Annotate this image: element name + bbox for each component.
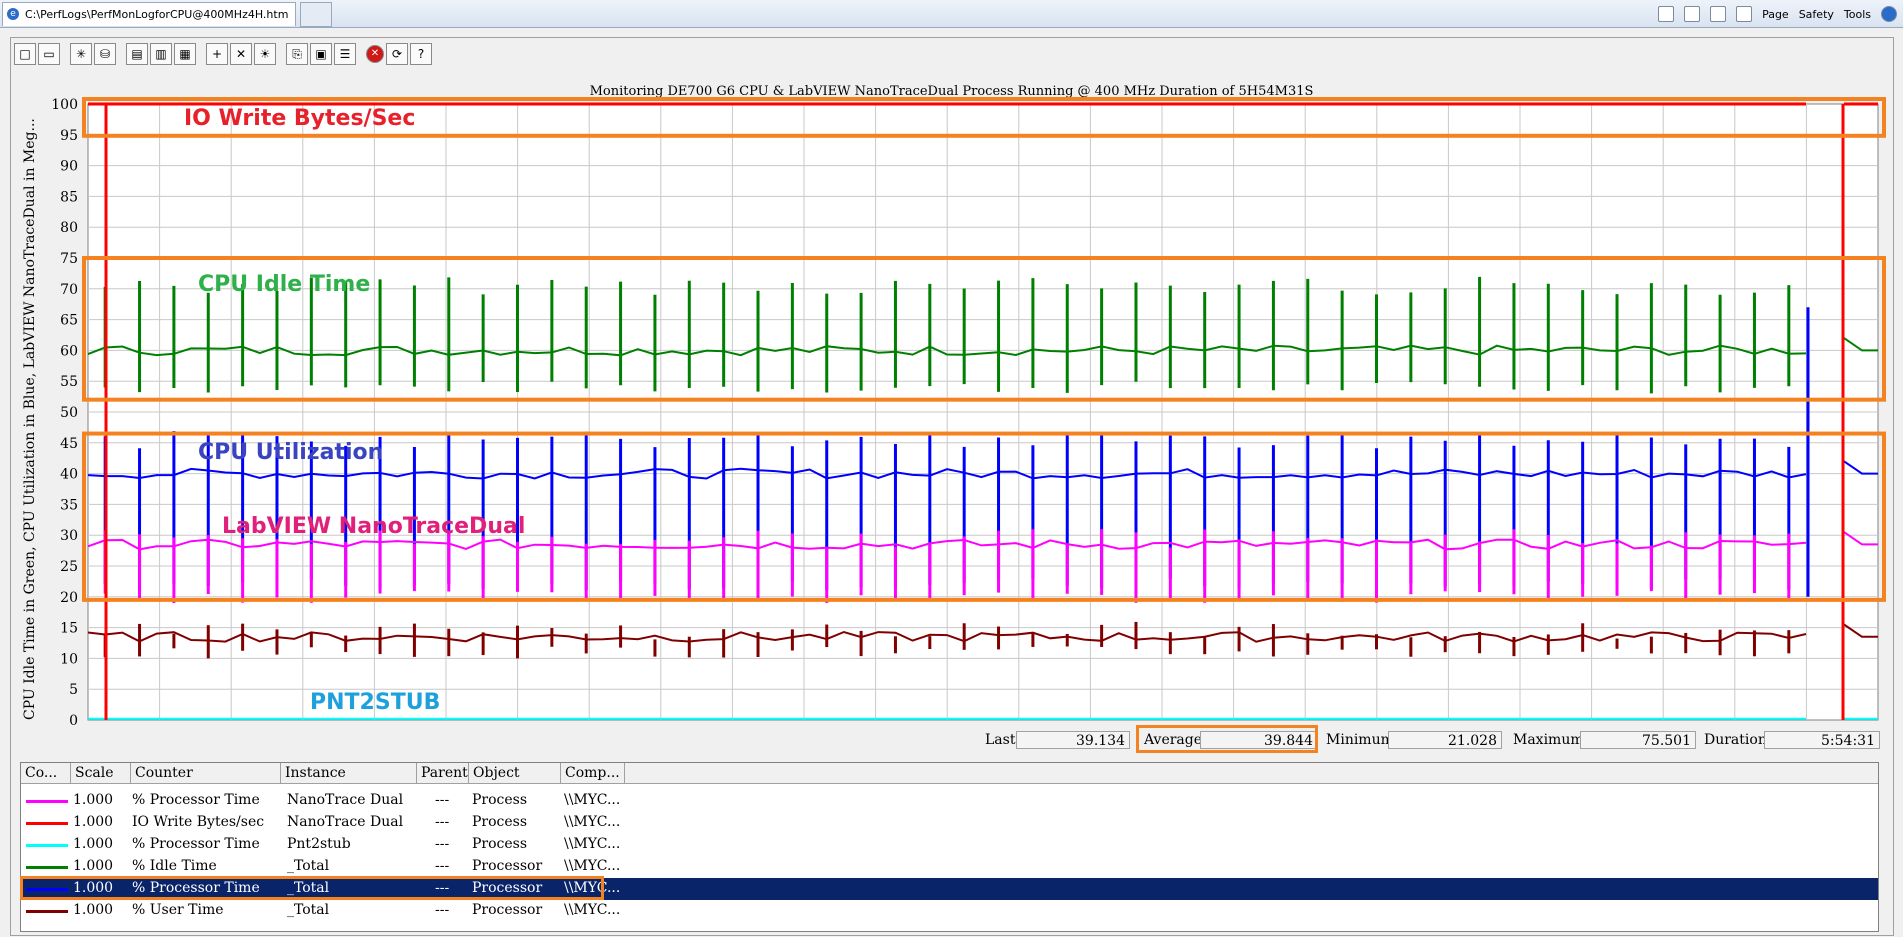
- header-instance[interactable]: Instance: [281, 763, 417, 783]
- legend-cell-computer: \\MYC...: [564, 902, 621, 918]
- legend-color-swatch: [26, 866, 68, 869]
- legend-color-swatch: [26, 910, 68, 913]
- legend-color-swatch: [26, 822, 68, 825]
- minimum-value: 21.028: [1388, 731, 1502, 749]
- annotation-cpu-utilization: CPU Utilization: [198, 440, 384, 465]
- legend-row[interactable]: 1.000 % User Time _Total --- Processor \\MYC.…: [21, 900, 1878, 922]
- legend-cell-counter: % User Time: [132, 902, 224, 918]
- y-tick-label: 25: [60, 559, 78, 575]
- legend-color-swatch: [26, 800, 68, 803]
- legend-cell-scale: 1.000: [73, 792, 114, 808]
- legend-cell-counter: % Processor Time: [132, 792, 260, 808]
- y-tick-label: 15: [60, 621, 78, 637]
- legend-cell-parent: ---: [435, 836, 450, 852]
- y-tick-label: 0: [69, 713, 78, 729]
- legend-cell-instance: Pnt2stub: [287, 836, 351, 852]
- y-tick-label: 85: [60, 189, 78, 205]
- last-label: Last: [985, 732, 1016, 748]
- legend-cell-object: Process: [472, 792, 528, 808]
- legend-cell-counter: IO Write Bytes/sec: [132, 814, 265, 830]
- header-color[interactable]: Co...: [21, 763, 71, 783]
- legend-cell-parent: ---: [435, 858, 450, 874]
- legend-row[interactable]: 1.000 % Processor Time Pnt2stub --- Process \…: [21, 834, 1878, 856]
- legend-cell-scale: 1.000: [73, 858, 114, 874]
- y-tick-label: 75: [60, 251, 78, 267]
- legend-cell-object: Processor: [472, 858, 543, 874]
- legend-row[interactable]: 1.000 % Processor Time NanoTrace Dual --- Pr…: [21, 790, 1878, 812]
- legend-cell-object: Process: [472, 814, 528, 830]
- y-tick-label: 90: [60, 159, 78, 175]
- legend-cell-instance: NanoTrace Dual: [287, 792, 404, 808]
- legend-cell-object: Processor: [472, 902, 543, 918]
- y-tick-label: 100: [51, 97, 78, 113]
- selected-row-highlight-box: [20, 876, 604, 900]
- y-tick-label: 65: [60, 313, 78, 329]
- legend-cell-instance: _Total: [287, 858, 330, 874]
- y-tick-label: 10: [60, 651, 78, 667]
- y-tick-label: 40: [60, 467, 78, 483]
- legend-cell-computer: \\MYC...: [564, 814, 621, 830]
- last-value: 39.134: [1016, 731, 1130, 749]
- legend-header: Co... Scale Counter Instance Parent Obje…: [21, 763, 1878, 784]
- header-scale[interactable]: Scale: [71, 763, 131, 783]
- y-tick-label: 5: [69, 682, 78, 698]
- maximum-label: Maximum: [1513, 732, 1584, 748]
- y-tick-label: 70: [60, 282, 78, 298]
- legend-cell-scale: 1.000: [73, 902, 114, 918]
- y-tick-label: 95: [60, 128, 78, 144]
- header-counter[interactable]: Counter: [131, 763, 281, 783]
- legend-cell-parent: ---: [435, 792, 450, 808]
- header-object[interactable]: Object: [469, 763, 561, 783]
- minimum-label: Minimum: [1326, 732, 1394, 748]
- legend-cell-computer: \\MYC...: [564, 836, 621, 852]
- legend-cell-counter: % Idle Time: [132, 858, 217, 874]
- legend-cell-counter: % Processor Time: [132, 836, 260, 852]
- annotation-io-write: IO Write Bytes/Sec: [184, 106, 416, 131]
- legend-cell-scale: 1.000: [73, 836, 114, 852]
- legend-cell-object: Process: [472, 836, 528, 852]
- average-highlight-box: [1136, 725, 1318, 753]
- legend-cell-instance: _Total: [287, 902, 330, 918]
- annotation-cpu-idle: CPU Idle Time: [198, 272, 371, 297]
- legend-cell-computer: \\MYC...: [564, 858, 621, 874]
- y-tick-label: 60: [60, 343, 78, 359]
- legend-cell-instance: NanoTrace Dual: [287, 814, 404, 830]
- header-parent[interactable]: Parent: [417, 763, 469, 783]
- header-computer[interactable]: Comp...: [561, 763, 625, 783]
- legend-cell-computer: \\MYC...: [564, 792, 621, 808]
- duration-label: Duration: [1704, 732, 1767, 748]
- y-tick-label: 80: [60, 220, 78, 236]
- duration-value: 5:54:31: [1764, 731, 1880, 749]
- legend-cell-parent: ---: [435, 902, 450, 918]
- legend-row[interactable]: 1.000 % Idle Time _Total --- Processor \\MYC.…: [21, 856, 1878, 878]
- y-tick-label: 30: [60, 528, 78, 544]
- y-tick-label: 20: [60, 590, 78, 606]
- maximum-value: 75.501: [1580, 731, 1696, 749]
- counter-legend[interactable]: Co... Scale Counter Instance Parent Obje…: [20, 762, 1879, 932]
- y-tick-label: 55: [60, 374, 78, 390]
- legend-cell-scale: 1.000: [73, 814, 114, 830]
- annotation-labview: LabVIEW NanoTraceDual: [222, 514, 526, 539]
- legend-cell-parent: ---: [435, 814, 450, 830]
- y-tick-label: 35: [60, 497, 78, 513]
- legend-color-swatch: [26, 844, 68, 847]
- legend-row[interactable]: 1.000 IO Write Bytes/sec NanoTrace Dual ---…: [21, 812, 1878, 834]
- annotation-pnt2stub: PNT2STUB: [310, 690, 441, 715]
- y-tick-label: 45: [60, 436, 78, 452]
- y-tick-label: 50: [60, 405, 78, 421]
